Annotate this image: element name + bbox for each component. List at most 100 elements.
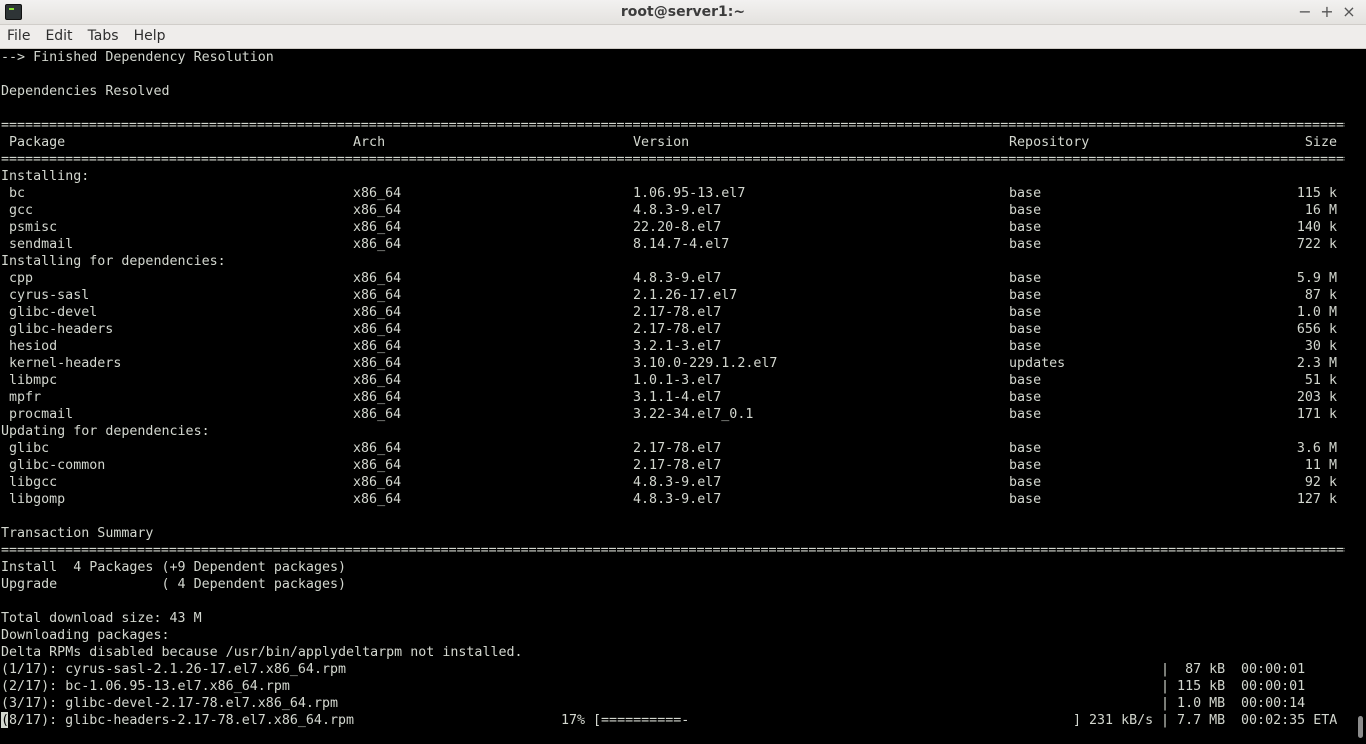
package-arch: x86_64	[353, 237, 402, 252]
package-name: glibc-devel	[9, 305, 98, 320]
download-time: 00:00:01	[1241, 679, 1306, 694]
progress-package-name: 8/17): glibc-headers-2.17-78.el7.x86_64.…	[9, 713, 355, 728]
package-repository: base	[1009, 271, 1042, 286]
download-size: | 87 kB	[1161, 662, 1226, 677]
window-title: root@server1:~	[620, 4, 746, 20]
header-arch: Arch	[353, 135, 386, 150]
package-version: 2.17-78.el7	[633, 305, 722, 320]
terminal-window: root@server1:~ − + × File Edit Tabs Help…	[0, 0, 1366, 744]
menu-tabs[interactable]: Tabs	[81, 25, 127, 49]
package-repository: base	[1009, 339, 1042, 354]
package-size: 115 k	[1296, 186, 1337, 201]
package-name: bc	[9, 186, 26, 201]
package-version: 3.10.0-229.1.2.el7	[633, 356, 778, 371]
package-repository: base	[1009, 475, 1042, 490]
close-button[interactable]: ×	[1338, 2, 1360, 22]
package-arch: x86_64	[353, 220, 402, 235]
package-version: 4.8.3-9.el7	[633, 271, 722, 286]
package-version: 4.8.3-9.el7	[633, 492, 722, 507]
package-name: psmisc	[9, 220, 58, 235]
package-name: hesiod	[9, 339, 58, 354]
package-name: glibc	[9, 441, 50, 456]
package-version: 22.20-8.el7	[633, 220, 722, 235]
package-size: 11 M	[1304, 458, 1337, 473]
scrollbar-thumb[interactable]	[1358, 716, 1363, 738]
package-repository: base	[1009, 373, 1042, 388]
terminal-scrollbar[interactable]	[1354, 49, 1366, 744]
package-name: cyrus-sasl	[9, 288, 90, 303]
package-size: 87 k	[1304, 288, 1337, 303]
package-repository: base	[1009, 288, 1042, 303]
package-arch: x86_64	[353, 186, 402, 201]
package-name: procmail	[9, 407, 74, 422]
package-repository: base	[1009, 305, 1042, 320]
package-repository: base	[1009, 492, 1042, 507]
package-size: 51 k	[1304, 373, 1337, 388]
package-arch: x86_64	[353, 356, 402, 371]
download-time: 00:00:01	[1241, 662, 1306, 677]
package-arch: x86_64	[353, 441, 402, 456]
menu-help[interactable]: Help	[127, 25, 174, 49]
progress-bar-end: ]	[1073, 713, 1082, 728]
package-version: 2.17-78.el7	[633, 458, 722, 473]
package-arch: x86_64	[353, 407, 402, 422]
package-size: 2.3 M	[1296, 356, 1337, 371]
package-repository: base	[1009, 186, 1042, 201]
package-version: 8.14.7-4.el7	[633, 237, 730, 252]
package-name: glibc-headers	[9, 322, 114, 337]
package-repository: base	[1009, 458, 1042, 473]
total-download-size: Total download size: 43 M	[1, 611, 202, 626]
package-repository: base	[1009, 237, 1042, 252]
minimize-button[interactable]: −	[1294, 2, 1316, 22]
finished-resolution-line: --> Finished Dependency Resolution	[1, 50, 274, 65]
package-name: gcc	[9, 203, 34, 218]
download-name: (3/17): glibc-devel-2.17-78.el7.x86_64.r…	[1, 696, 339, 711]
dependencies-resolved-line: Dependencies Resolved	[1, 84, 170, 99]
menu-edit[interactable]: Edit	[38, 25, 80, 49]
title-bar[interactable]: root@server1:~ − + ×	[0, 0, 1366, 25]
package-size: 171 k	[1296, 407, 1337, 422]
package-repository: updates	[1009, 356, 1066, 371]
package-size: 92 k	[1304, 475, 1337, 490]
menu-file[interactable]: File	[0, 25, 38, 49]
maximize-button[interactable]: +	[1316, 2, 1338, 22]
window-controls: − + ×	[1294, 2, 1360, 22]
package-size: 127 k	[1296, 492, 1337, 507]
header-package: Package	[9, 135, 66, 150]
section-title: Installing for dependencies:	[1, 254, 226, 269]
separator-line: ========================================…	[1, 543, 1345, 558]
header-size: Size	[1304, 135, 1337, 150]
package-size: 656 k	[1296, 322, 1337, 337]
package-version: 1.0.1-3.el7	[633, 373, 722, 388]
package-arch: x86_64	[353, 492, 402, 507]
package-repository: base	[1009, 322, 1042, 337]
package-size: 1.0 M	[1296, 305, 1337, 320]
package-arch: x86_64	[353, 288, 402, 303]
package-arch: x86_64	[353, 458, 402, 473]
package-size: 5.9 M	[1296, 271, 1337, 286]
package-arch: x86_64	[353, 390, 402, 405]
package-version: 1.06.95-13.el7	[633, 186, 746, 201]
package-version: 2.1.26-17.el7	[633, 288, 738, 303]
delta-rpm-note: Delta RPMs disabled because /usr/bin/app…	[1, 645, 523, 660]
package-name: kernel-headers	[9, 356, 122, 371]
package-arch: x86_64	[353, 339, 402, 354]
progress-size: | 7.7 MB	[1161, 713, 1226, 728]
terminal-output[interactable]: --> Finished Dependency Resolution Depen…	[0, 49, 1354, 744]
download-size: | 1.0 MB	[1161, 696, 1226, 711]
package-size: 140 k	[1296, 220, 1337, 235]
download-size: | 115 kB	[1161, 679, 1226, 694]
package-size: 30 k	[1304, 339, 1337, 354]
downloading-packages: Downloading packages:	[1, 628, 170, 643]
download-time: 00:00:14	[1241, 696, 1306, 711]
install-summary: Install 4 Packages (+9 Dependent package…	[1, 560, 347, 575]
section-title: Installing:	[1, 169, 90, 184]
progress-bar: [==========-	[593, 713, 690, 728]
package-name: libgcc	[9, 475, 58, 490]
progress-eta: 00:02:35 ETA	[1241, 713, 1338, 728]
package-repository: base	[1009, 203, 1042, 218]
package-version: 3.22-34.el7_0.1	[633, 407, 754, 422]
package-arch: x86_64	[353, 373, 402, 388]
package-size: 203 k	[1296, 390, 1337, 405]
package-repository: base	[1009, 390, 1042, 405]
